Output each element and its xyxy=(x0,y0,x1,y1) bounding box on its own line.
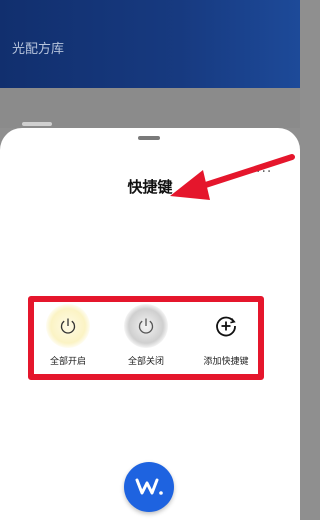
w-logo-icon xyxy=(135,478,163,495)
sheet-title: 快捷键 xyxy=(127,178,173,196)
app-logo-button[interactable] xyxy=(124,462,174,512)
app-header: 光配方库 xyxy=(0,0,300,88)
background-text xyxy=(22,122,52,126)
app-title: 光配方库 xyxy=(12,42,65,57)
annotation-highlight-box xyxy=(28,296,264,380)
drag-handle[interactable] xyxy=(138,136,160,140)
more-button[interactable]: ··· xyxy=(256,165,276,179)
